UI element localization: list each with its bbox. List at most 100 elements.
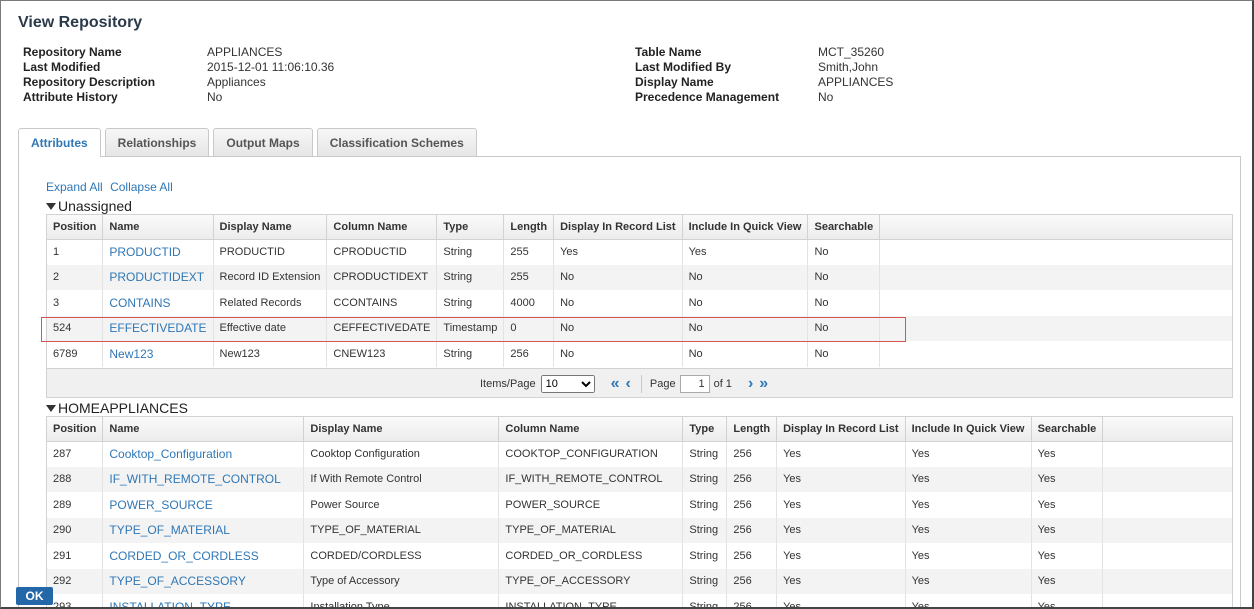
meta-value: APPLIANCES <box>207 45 283 59</box>
tab-attributes[interactable]: Attributes <box>18 128 101 157</box>
row-filler <box>880 290 1232 316</box>
column-header[interactable]: Name <box>102 417 305 442</box>
table-cell: Timestamp <box>436 315 505 341</box>
page-number-input[interactable]: 1 <box>679 375 710 393</box>
table-cell: INSTALLATION_TYPE <box>498 594 684 607</box>
column-header[interactable]: Length <box>503 215 555 240</box>
table-cell: 256 <box>503 341 555 367</box>
last-page-icon[interactable]: » <box>759 375 768 393</box>
table-cell: Installation Type <box>303 594 500 607</box>
table-cell: No <box>807 290 881 316</box>
table-cell: IF_WITH_REMOTE_CONTROL <box>498 466 684 492</box>
attribute-name-link[interactable]: POWER_SOURCE <box>102 492 305 518</box>
meta-label: Precedence Management <box>635 90 780 104</box>
table-cell: 1 <box>47 239 104 265</box>
column-header[interactable]: Column Name <box>326 215 438 240</box>
table-cell: 288 <box>47 466 104 492</box>
column-header[interactable]: Searchable <box>1031 417 1104 442</box>
meta-value: APPLIANCES <box>818 75 894 89</box>
table-cell: No <box>807 264 881 290</box>
first-page-icon[interactable]: « <box>611 375 620 393</box>
column-header[interactable]: Display In Record List <box>776 417 906 442</box>
table-cell: 524 <box>47 315 104 341</box>
column-header[interactable]: Type <box>682 417 728 442</box>
column-header[interactable]: Display In Record List <box>553 215 683 240</box>
attribute-name-link[interactable]: TYPE_OF_MATERIAL <box>102 517 305 543</box>
table-row[interactable]: 291 CORDED_OR_CORDLESS CORDED/CORDLESS CORD… <box>47 543 1232 569</box>
column-header[interactable]: Position <box>47 215 104 240</box>
table-cell: No <box>682 315 809 341</box>
pagination-bar: Items/Page 10 « ‹ Page 1 of 1 › » <box>46 368 1233 398</box>
row-filler <box>879 264 1232 290</box>
collapse-all-link[interactable]: Collapse All <box>110 180 173 194</box>
column-header[interactable]: Include In Quick View <box>905 417 1032 442</box>
column-header[interactable]: Length <box>726 417 778 442</box>
column-header[interactable]: Searchable <box>807 215 881 240</box>
table-row[interactable]: 292 TYPE_OF_ACCESSORY Type of Accessory TYP… <box>47 568 1232 594</box>
column-header[interactable]: Name <box>102 215 214 240</box>
column-header[interactable]: Type <box>436 215 505 240</box>
table-row[interactable]: 293 INSTALLATION_TYPE Installation Type INS… <box>47 594 1232 607</box>
meta-label: Table Name <box>635 45 702 59</box>
attribute-name-link[interactable]: IF_WITH_REMOTE_CONTROL <box>102 466 305 492</box>
table-cell: CNEW123 <box>326 341 438 367</box>
table-row[interactable]: 3 CONTAINS Related Records CCONTAINS String 4… <box>47 290 1232 316</box>
table-row[interactable]: 524 EFFECTIVEDATE Effective date CEFFECTIVE… <box>47 315 1232 341</box>
row-filler <box>879 315 1232 341</box>
group-toggle-unassigned[interactable]: Unassigned <box>46 198 132 214</box>
table-cell: String <box>436 264 505 290</box>
items-per-page-select[interactable]: 10 <box>540 375 595 393</box>
table-cell: If With Remote Control <box>303 466 500 492</box>
table-cell: 0 <box>503 315 555 341</box>
attribute-name-link[interactable]: Cooktop_Configuration <box>102 441 305 467</box>
next-page-icon[interactable]: › <box>748 375 753 393</box>
column-header[interactable]: Display Name <box>213 215 328 240</box>
attribute-name-link[interactable]: INSTALLATION_TYPE <box>102 594 305 607</box>
group-toggle-homeappliances[interactable]: HOMEAPPLIANCES <box>46 400 188 416</box>
table-cell: Yes <box>776 517 906 543</box>
meta-row-precedence-management: Precedence Management No <box>635 90 893 105</box>
table-cell: Yes <box>776 594 906 607</box>
attribute-name-link[interactable]: PRODUCTIDEXT <box>102 264 214 290</box>
column-header[interactable]: Position <box>47 417 104 442</box>
table-row[interactable]: 289 POWER_SOURCE Power Source POWER_SOURCE S… <box>47 492 1232 518</box>
table-cell: Yes <box>682 239 809 265</box>
column-header[interactable]: Display Name <box>303 417 500 442</box>
tab-relationships[interactable]: Relationships <box>104 128 210 156</box>
table-cell: COOKTOP_CONFIGURATION <box>498 441 684 467</box>
prev-page-icon[interactable]: ‹ <box>626 375 631 393</box>
table-cell: 256 <box>726 441 778 467</box>
meta-value: No <box>207 90 223 104</box>
table-cell: Yes <box>1031 466 1104 492</box>
column-header[interactable]: Column Name <box>498 417 684 442</box>
meta-value: No <box>818 90 834 104</box>
group-title: HOMEAPPLIANCES <box>58 400 188 416</box>
table-cell: Yes <box>1031 594 1104 607</box>
meta-label: Attribute History <box>23 90 118 104</box>
attribute-name-link[interactable]: TYPE_OF_ACCESSORY <box>102 568 305 594</box>
table-row[interactable]: 288 IF_WITH_REMOTE_CONTROL If With Remote … <box>47 466 1232 492</box>
row-filler <box>1103 492 1232 518</box>
meta-row-table-name: Table Name MCT_35260 <box>635 45 893 60</box>
table-cell: String <box>682 441 728 467</box>
homeappliances-attributes-grid: Position Name Display Name Column Name Type L… <box>46 416 1233 607</box>
attribute-name-link[interactable]: CONTAINS <box>102 290 214 316</box>
tab-classification-schemes[interactable]: Classification Schemes <box>316 128 477 156</box>
expand-triangle-icon <box>46 203 56 210</box>
table-row[interactable]: 6789 New123 New123 CNEW123 String 256 No No No <box>47 341 1232 367</box>
table-row[interactable]: 1 PRODUCTID PRODUCTID CPRODUCTID String 255 Ye… <box>47 239 1232 265</box>
tab-output-maps[interactable]: Output Maps <box>213 128 313 156</box>
attribute-name-link[interactable]: PRODUCTID <box>102 239 214 265</box>
attribute-name-link[interactable]: New123 <box>102 341 214 367</box>
table-row[interactable]: 290 TYPE_OF_MATERIAL TYPE_OF_MATERIAL TYPE_… <box>47 517 1232 543</box>
table-cell: String <box>682 594 728 607</box>
table-row[interactable]: 287 Cooktop_Configuration Cooktop Configur… <box>47 441 1232 467</box>
attribute-name-link[interactable]: CORDED_OR_CORDLESS <box>102 543 305 569</box>
column-header[interactable]: Include In Quick View <box>682 215 809 240</box>
expand-all-link[interactable]: Expand All <box>46 180 103 194</box>
attribute-name-link[interactable]: EFFECTIVEDATE <box>102 315 214 341</box>
ok-button[interactable]: OK <box>16 587 53 605</box>
table-cell: Yes <box>776 568 906 594</box>
table-cell: String <box>682 517 728 543</box>
table-row[interactable]: 2 PRODUCTIDEXT Record ID Extension CPRODUCT… <box>47 264 1232 290</box>
